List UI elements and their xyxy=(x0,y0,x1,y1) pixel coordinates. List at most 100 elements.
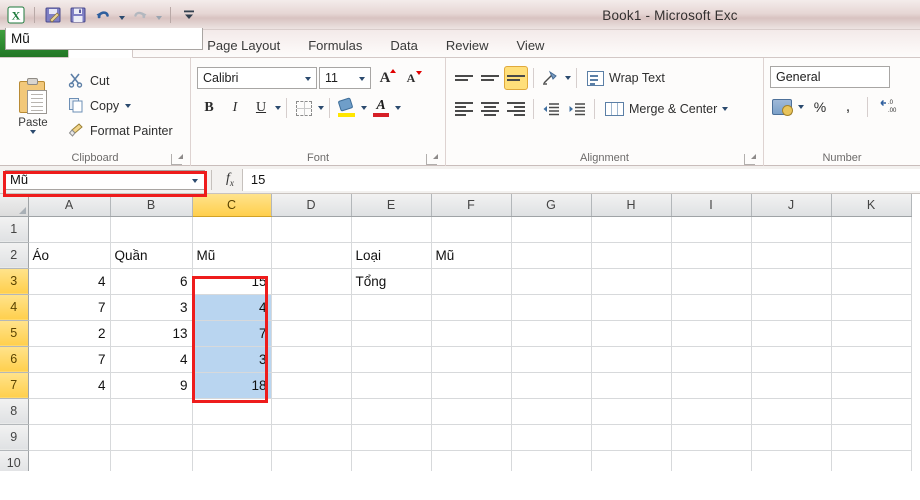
align-right-button[interactable] xyxy=(504,97,528,121)
column-header-i[interactable]: I xyxy=(671,194,752,217)
cell-c4[interactable]: 4 xyxy=(192,294,272,321)
cell-d7[interactable] xyxy=(271,372,352,399)
column-header-b[interactable]: B xyxy=(110,194,193,217)
decrease-indent-button[interactable] xyxy=(539,97,563,121)
fill-color-button[interactable] xyxy=(335,96,359,120)
cell-d3[interactable] xyxy=(271,268,352,295)
cell-k9[interactable] xyxy=(831,424,912,451)
column-header-g[interactable]: G xyxy=(511,194,592,217)
cell-j4[interactable] xyxy=(751,294,832,321)
name-box-dropdown-item[interactable]: Mũ xyxy=(11,31,30,46)
cell-b10[interactable] xyxy=(110,450,193,471)
cell-d5[interactable] xyxy=(271,320,352,347)
decrease-font-size-icon[interactable]: A xyxy=(399,66,423,90)
name-box[interactable]: Mũ xyxy=(5,169,205,190)
cell-f1[interactable] xyxy=(431,216,512,243)
cell-a5[interactable]: 2 xyxy=(28,320,111,347)
cell-k4[interactable] xyxy=(831,294,912,321)
cell-i5[interactable] xyxy=(671,320,752,347)
row-header-7[interactable]: 7 xyxy=(0,372,29,399)
row-header-1[interactable]: 1 xyxy=(0,216,29,243)
font-size-dropdown-icon[interactable] xyxy=(359,77,365,81)
cell-f5[interactable] xyxy=(431,320,512,347)
cell-b1[interactable] xyxy=(110,216,193,243)
cell-a9[interactable] xyxy=(28,424,111,451)
cell-i3[interactable] xyxy=(671,268,752,295)
increase-font-size-icon[interactable]: A xyxy=(373,66,397,90)
cell-j9[interactable] xyxy=(751,424,832,451)
cell-f10[interactable] xyxy=(431,450,512,471)
cell-a4[interactable]: 7 xyxy=(28,294,111,321)
cell-a6[interactable]: 7 xyxy=(28,346,111,373)
cell-c5[interactable]: 7 xyxy=(192,320,272,347)
cell-d9[interactable] xyxy=(271,424,352,451)
cell-a1[interactable] xyxy=(28,216,111,243)
align-middle-button[interactable] xyxy=(478,66,502,90)
cell-g1[interactable] xyxy=(511,216,592,243)
column-header-j[interactable]: J xyxy=(751,194,832,217)
column-header-c[interactable]: C xyxy=(192,194,272,217)
cell-i10[interactable] xyxy=(671,450,752,471)
cell-f3[interactable] xyxy=(431,268,512,295)
cell-e9[interactable] xyxy=(351,424,432,451)
cell-d1[interactable] xyxy=(271,216,352,243)
font-name-dropdown-icon[interactable] xyxy=(305,77,311,81)
cell-e10[interactable] xyxy=(351,450,432,471)
cell-i4[interactable] xyxy=(671,294,752,321)
cell-a3[interactable]: 4 xyxy=(28,268,111,295)
cell-h2[interactable] xyxy=(591,242,672,269)
cell-g6[interactable] xyxy=(511,346,592,373)
cell-b6[interactable]: 4 xyxy=(110,346,193,373)
align-center-button[interactable] xyxy=(478,97,502,121)
cell-h7[interactable] xyxy=(591,372,672,399)
name-box-dropdown-icon[interactable] xyxy=(192,178,198,183)
cell-g4[interactable] xyxy=(511,294,592,321)
cell-k8[interactable] xyxy=(831,398,912,425)
cell-b9[interactable] xyxy=(110,424,193,451)
cell-f2[interactable]: Mũ xyxy=(431,242,512,269)
tab-view[interactable]: View xyxy=(503,32,559,58)
row-header-5[interactable]: 5 xyxy=(0,320,29,347)
cell-d4[interactable] xyxy=(271,294,352,321)
percent-style-button[interactable]: % xyxy=(808,95,832,119)
cell-g2[interactable] xyxy=(511,242,592,269)
cell-b3[interactable]: 6 xyxy=(110,268,193,295)
cell-h1[interactable] xyxy=(591,216,672,243)
cell-f8[interactable] xyxy=(431,398,512,425)
cell-k10[interactable] xyxy=(831,450,912,471)
cell-i7[interactable] xyxy=(671,372,752,399)
tab-page-layout[interactable]: Page Layout xyxy=(193,32,294,58)
cell-k2[interactable] xyxy=(831,242,912,269)
cell-c2[interactable]: Mũ xyxy=(192,242,272,269)
cell-a7[interactable]: 4 xyxy=(28,372,111,399)
row-header-8[interactable]: 8 xyxy=(0,398,29,425)
orientation-button[interactable] xyxy=(539,66,563,90)
cell-g5[interactable] xyxy=(511,320,592,347)
cell-e4[interactable] xyxy=(351,294,432,321)
cell-a2[interactable]: Áo xyxy=(28,242,111,269)
cell-f6[interactable] xyxy=(431,346,512,373)
number-format-combo[interactable]: General xyxy=(770,66,890,88)
row-header-10[interactable]: 10 xyxy=(0,450,29,471)
cell-a8[interactable] xyxy=(28,398,111,425)
orientation-dropdown-icon[interactable] xyxy=(565,76,571,80)
column-header-h[interactable]: H xyxy=(591,194,672,217)
cell-c3[interactable]: 15 xyxy=(192,268,272,295)
cell-k6[interactable] xyxy=(831,346,912,373)
column-header-k[interactable]: K xyxy=(831,194,912,217)
insert-function-icon[interactable]: fx xyxy=(226,171,234,188)
cell-g8[interactable] xyxy=(511,398,592,425)
cell-e2[interactable]: Loại xyxy=(351,242,432,269)
cell-j1[interactable] xyxy=(751,216,832,243)
cell-d10[interactable] xyxy=(271,450,352,471)
font-size-combo[interactable]: 11 xyxy=(319,67,371,89)
bold-button[interactable]: B xyxy=(197,96,221,120)
cell-i1[interactable] xyxy=(671,216,752,243)
cell-h5[interactable] xyxy=(591,320,672,347)
increase-indent-button[interactable] xyxy=(565,97,589,121)
cell-f9[interactable] xyxy=(431,424,512,451)
cell-h8[interactable] xyxy=(591,398,672,425)
cell-k1[interactable] xyxy=(831,216,912,243)
cell-c10[interactable] xyxy=(192,450,272,471)
cell-g3[interactable] xyxy=(511,268,592,295)
